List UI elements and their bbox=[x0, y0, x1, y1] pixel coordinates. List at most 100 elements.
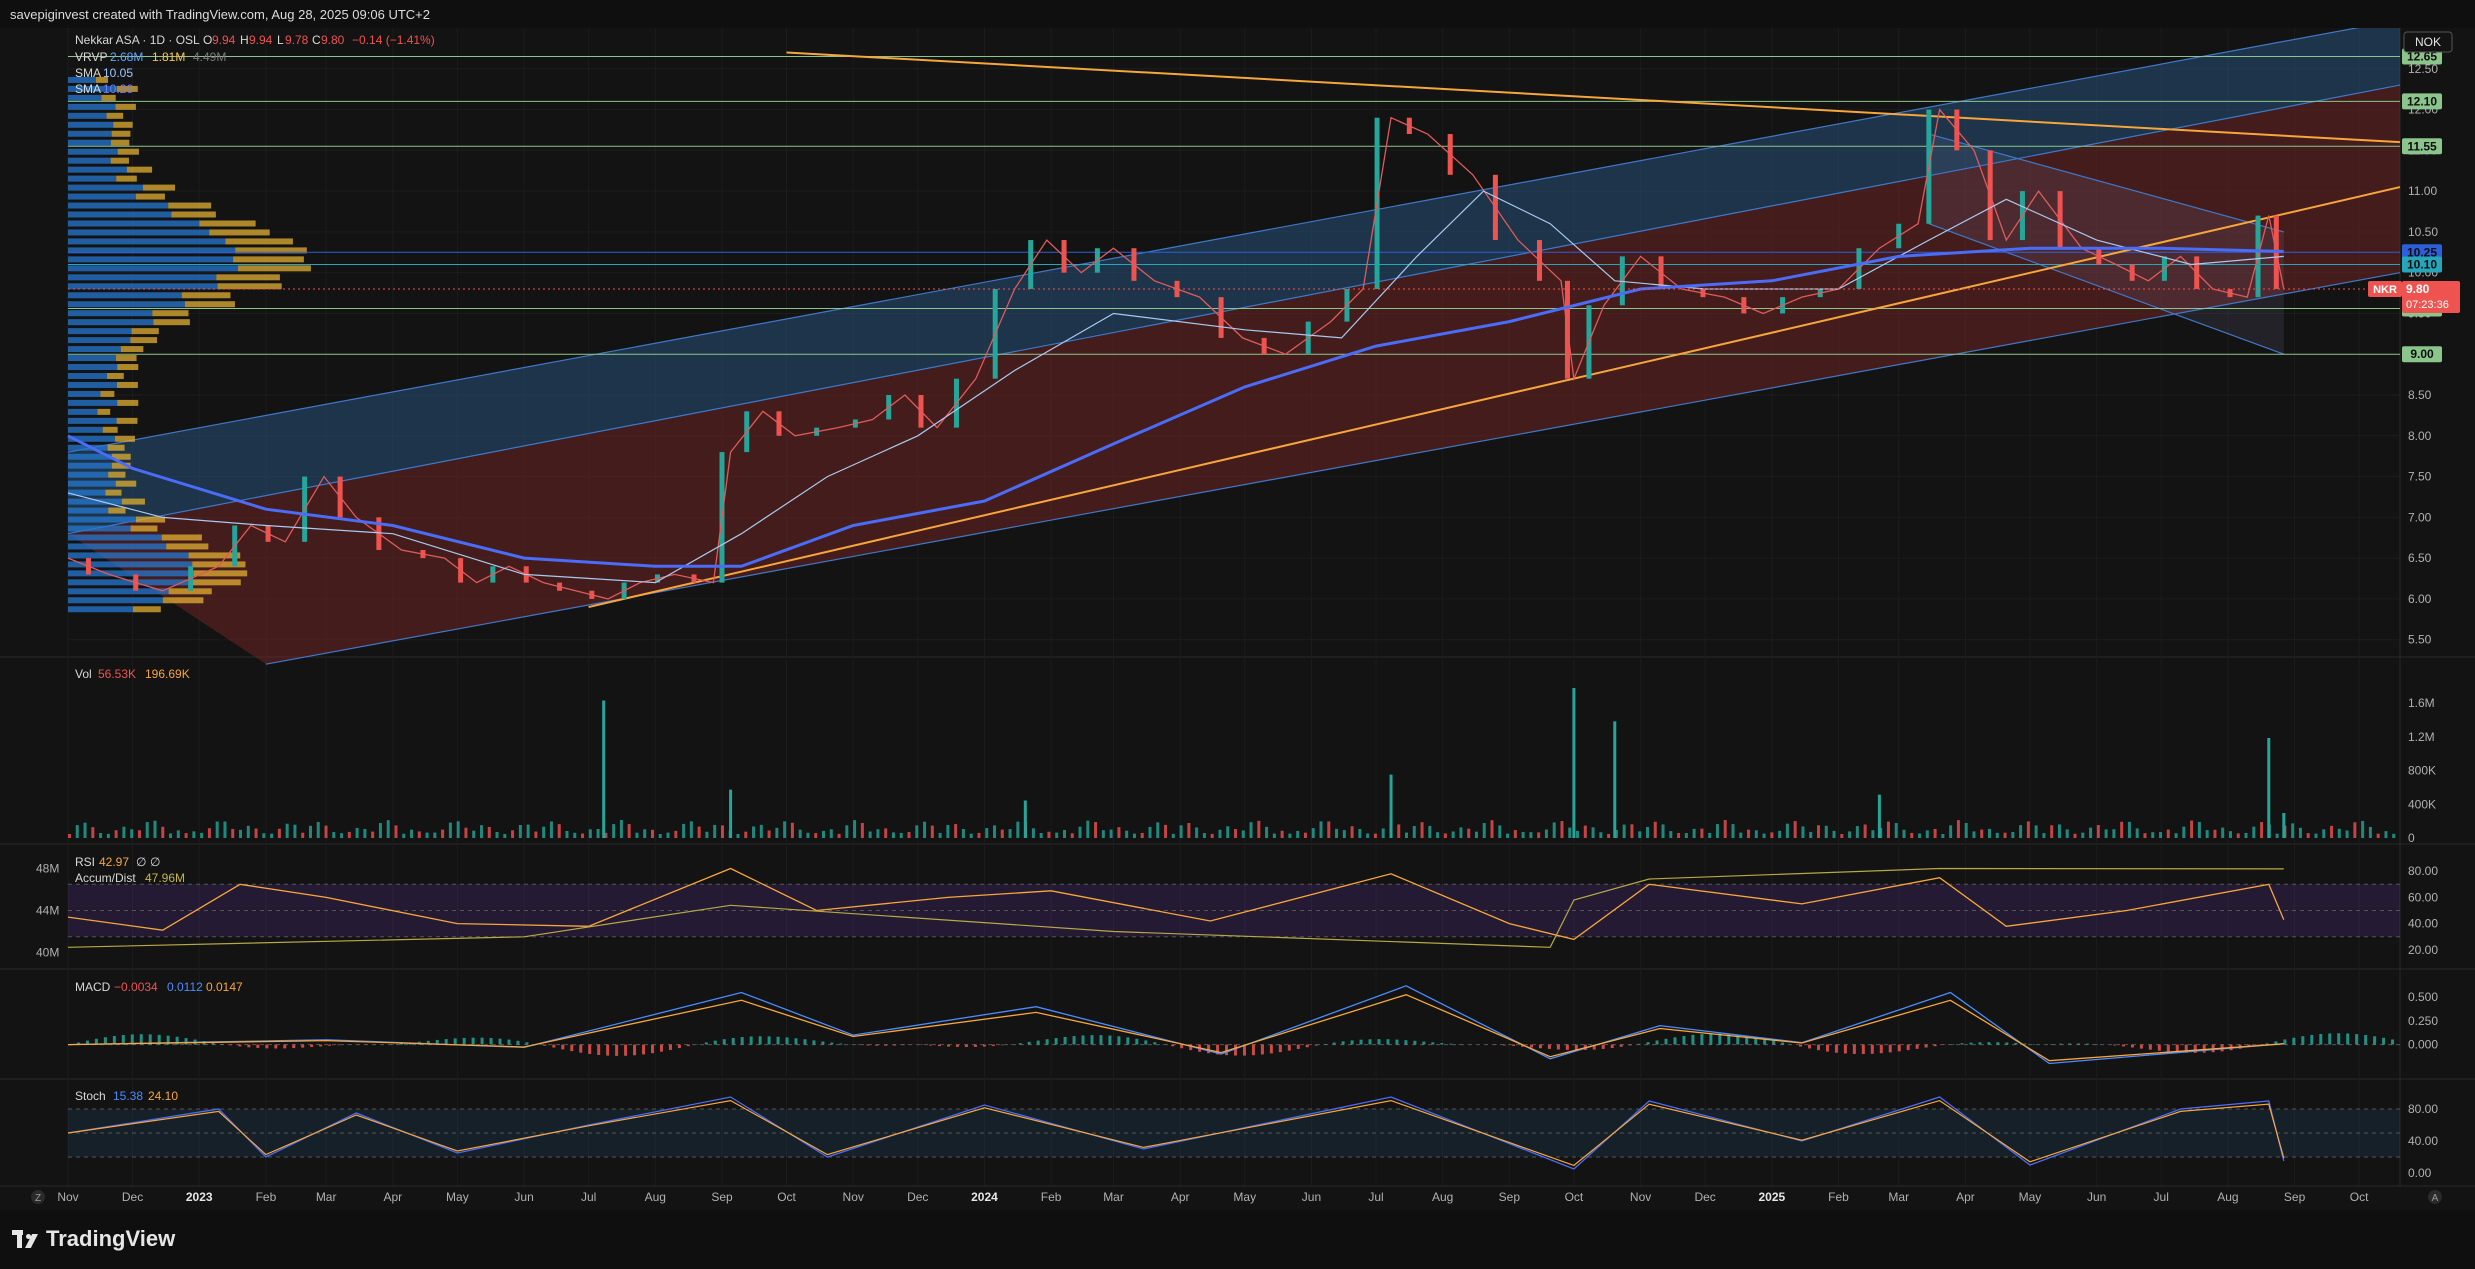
macd-histogram-bar bbox=[283, 1044, 287, 1049]
volume-bar bbox=[635, 832, 639, 838]
macd-histogram-bar bbox=[1512, 1044, 1516, 1047]
price-level-tag-label: 9.00 bbox=[2410, 347, 2434, 361]
volume-bar bbox=[83, 822, 87, 838]
macd-histogram-bar bbox=[498, 1038, 502, 1045]
currency-selector[interactable]: NOK bbox=[2403, 31, 2453, 53]
volume-bar bbox=[2112, 829, 2116, 838]
macd-histogram-bar bbox=[955, 1044, 959, 1047]
volume-bar bbox=[402, 833, 406, 838]
volume-bar bbox=[1886, 821, 1890, 838]
volume-bar bbox=[1653, 821, 1657, 838]
price-chart[interactable]: 0 400K 800K 1.2M 1.6M 20.00 40.00 60.00 80.00 40M… bbox=[0, 28, 2475, 1210]
accum-axis-tick: 48M bbox=[36, 862, 59, 876]
volume-profile-bar bbox=[115, 103, 136, 110]
volume-bar bbox=[433, 832, 437, 838]
macd-histogram-bar bbox=[2086, 1043, 2090, 1045]
macd-histogram-bar bbox=[1897, 1044, 1901, 1052]
volume-bar bbox=[239, 829, 243, 838]
volume-bar bbox=[783, 821, 787, 838]
macd-histogram-bar bbox=[2050, 1044, 2054, 1045]
macd-histogram-bar bbox=[1709, 1033, 1713, 1045]
volume-profile-bar bbox=[68, 408, 98, 415]
macd-histogram-bar bbox=[2346, 1033, 2350, 1045]
macd-histogram-bar bbox=[1619, 1044, 1623, 1047]
volume-bar bbox=[2361, 820, 2365, 838]
volume-bar bbox=[1031, 828, 1035, 838]
volume-bar bbox=[1070, 833, 1074, 838]
time-axis-tick: Feb bbox=[1828, 1190, 1849, 1204]
volume-bar bbox=[2345, 830, 2349, 838]
volume-bar bbox=[2174, 833, 2178, 838]
volume-bar bbox=[503, 833, 507, 838]
volume-bar bbox=[1148, 826, 1152, 838]
volume-bar bbox=[246, 825, 250, 838]
macd-histogram-bar bbox=[964, 1044, 968, 1048]
time-axis-tick: Oct bbox=[2350, 1190, 2369, 1204]
volume-bar bbox=[2244, 832, 2248, 838]
volume-bar bbox=[479, 825, 483, 838]
volume-bar bbox=[891, 832, 895, 838]
volume-bar bbox=[1941, 833, 1945, 838]
volume-bar bbox=[68, 834, 71, 838]
time-axis-tick: Jul bbox=[2154, 1190, 2169, 1204]
volume-bar bbox=[1132, 833, 1136, 838]
macd-histogram-bar bbox=[1081, 1035, 1085, 1045]
macd-histogram-bar bbox=[2364, 1035, 2368, 1045]
macd-histogram-bar bbox=[1126, 1037, 1130, 1045]
volume-bar bbox=[1101, 830, 1105, 838]
price-level-tag-label: 11.55 bbox=[2407, 139, 2437, 153]
volume-bar bbox=[1933, 828, 1937, 838]
ohlc-h-value: 9.94 bbox=[249, 33, 273, 47]
volume-bar bbox=[2337, 828, 2341, 838]
volume-bar bbox=[845, 825, 849, 838]
volume-profile-bar bbox=[142, 184, 176, 191]
volume-bar bbox=[487, 826, 491, 838]
macd-histogram-bar bbox=[1072, 1036, 1076, 1045]
volume-profile-bar bbox=[115, 355, 137, 362]
volume-bar bbox=[2275, 833, 2279, 838]
volume-bar bbox=[619, 820, 623, 838]
macd-histogram-bar bbox=[991, 1044, 995, 1047]
macd-histogram-bar bbox=[1386, 1039, 1390, 1045]
volume-value-2: 196.69K bbox=[145, 667, 190, 681]
volume-profile-bar bbox=[132, 606, 161, 613]
volume-profile-bar bbox=[68, 480, 116, 487]
macd-histogram-bar bbox=[220, 1043, 224, 1045]
tradingview-logo[interactable]: TradingView bbox=[12, 1226, 175, 1252]
volume-bar bbox=[1537, 832, 1541, 838]
tradingview-logo-icon bbox=[12, 1230, 38, 1248]
volume-bar bbox=[798, 829, 802, 838]
macd-histogram-bar bbox=[2068, 1043, 2072, 1045]
volume-profile-bar bbox=[68, 516, 136, 523]
volume-profile-bar bbox=[238, 265, 311, 272]
volume-profile-bar bbox=[116, 381, 138, 388]
volume-profile-bar bbox=[68, 337, 131, 344]
macd-histogram-bar bbox=[274, 1044, 278, 1049]
volume-profile-bar bbox=[102, 426, 118, 433]
macd-histogram-bar bbox=[2077, 1043, 2081, 1045]
time-axis-tick: Sep bbox=[1499, 1190, 1521, 1204]
volume-bar bbox=[1925, 830, 1929, 838]
volume-profile-bar bbox=[171, 211, 216, 218]
volume-profile-bar bbox=[68, 310, 153, 317]
stoch-value-1: 15.38 bbox=[113, 1089, 143, 1103]
macd-value-3: 0.0147 bbox=[206, 980, 243, 994]
volume-bar bbox=[682, 823, 686, 838]
volume-bar bbox=[1988, 828, 1992, 838]
ohlc-l-label: L bbox=[277, 33, 284, 47]
volume-bar bbox=[2330, 825, 2334, 838]
macd-histogram-bar bbox=[525, 1042, 529, 1045]
auto-scale-button[interactable]: A bbox=[2428, 1190, 2442, 1204]
bar-countdown: 07:23:36 bbox=[2406, 299, 2449, 311]
volume-bar bbox=[806, 832, 810, 838]
time-axis-tick: Aug bbox=[645, 1190, 666, 1204]
tradingview-logo-text: TradingView bbox=[46, 1226, 176, 1251]
volume-bar bbox=[1195, 827, 1199, 838]
macd-histogram-bar bbox=[659, 1044, 663, 1052]
macd-histogram-bar bbox=[875, 1044, 879, 1046]
volume-bar bbox=[1055, 832, 1059, 838]
time-axis-tick: Mar bbox=[1888, 1190, 1909, 1204]
zoom-reset-button[interactable]: Z bbox=[31, 1190, 45, 1204]
volume-bar bbox=[2213, 829, 2217, 838]
volume-bar bbox=[1785, 823, 1789, 838]
